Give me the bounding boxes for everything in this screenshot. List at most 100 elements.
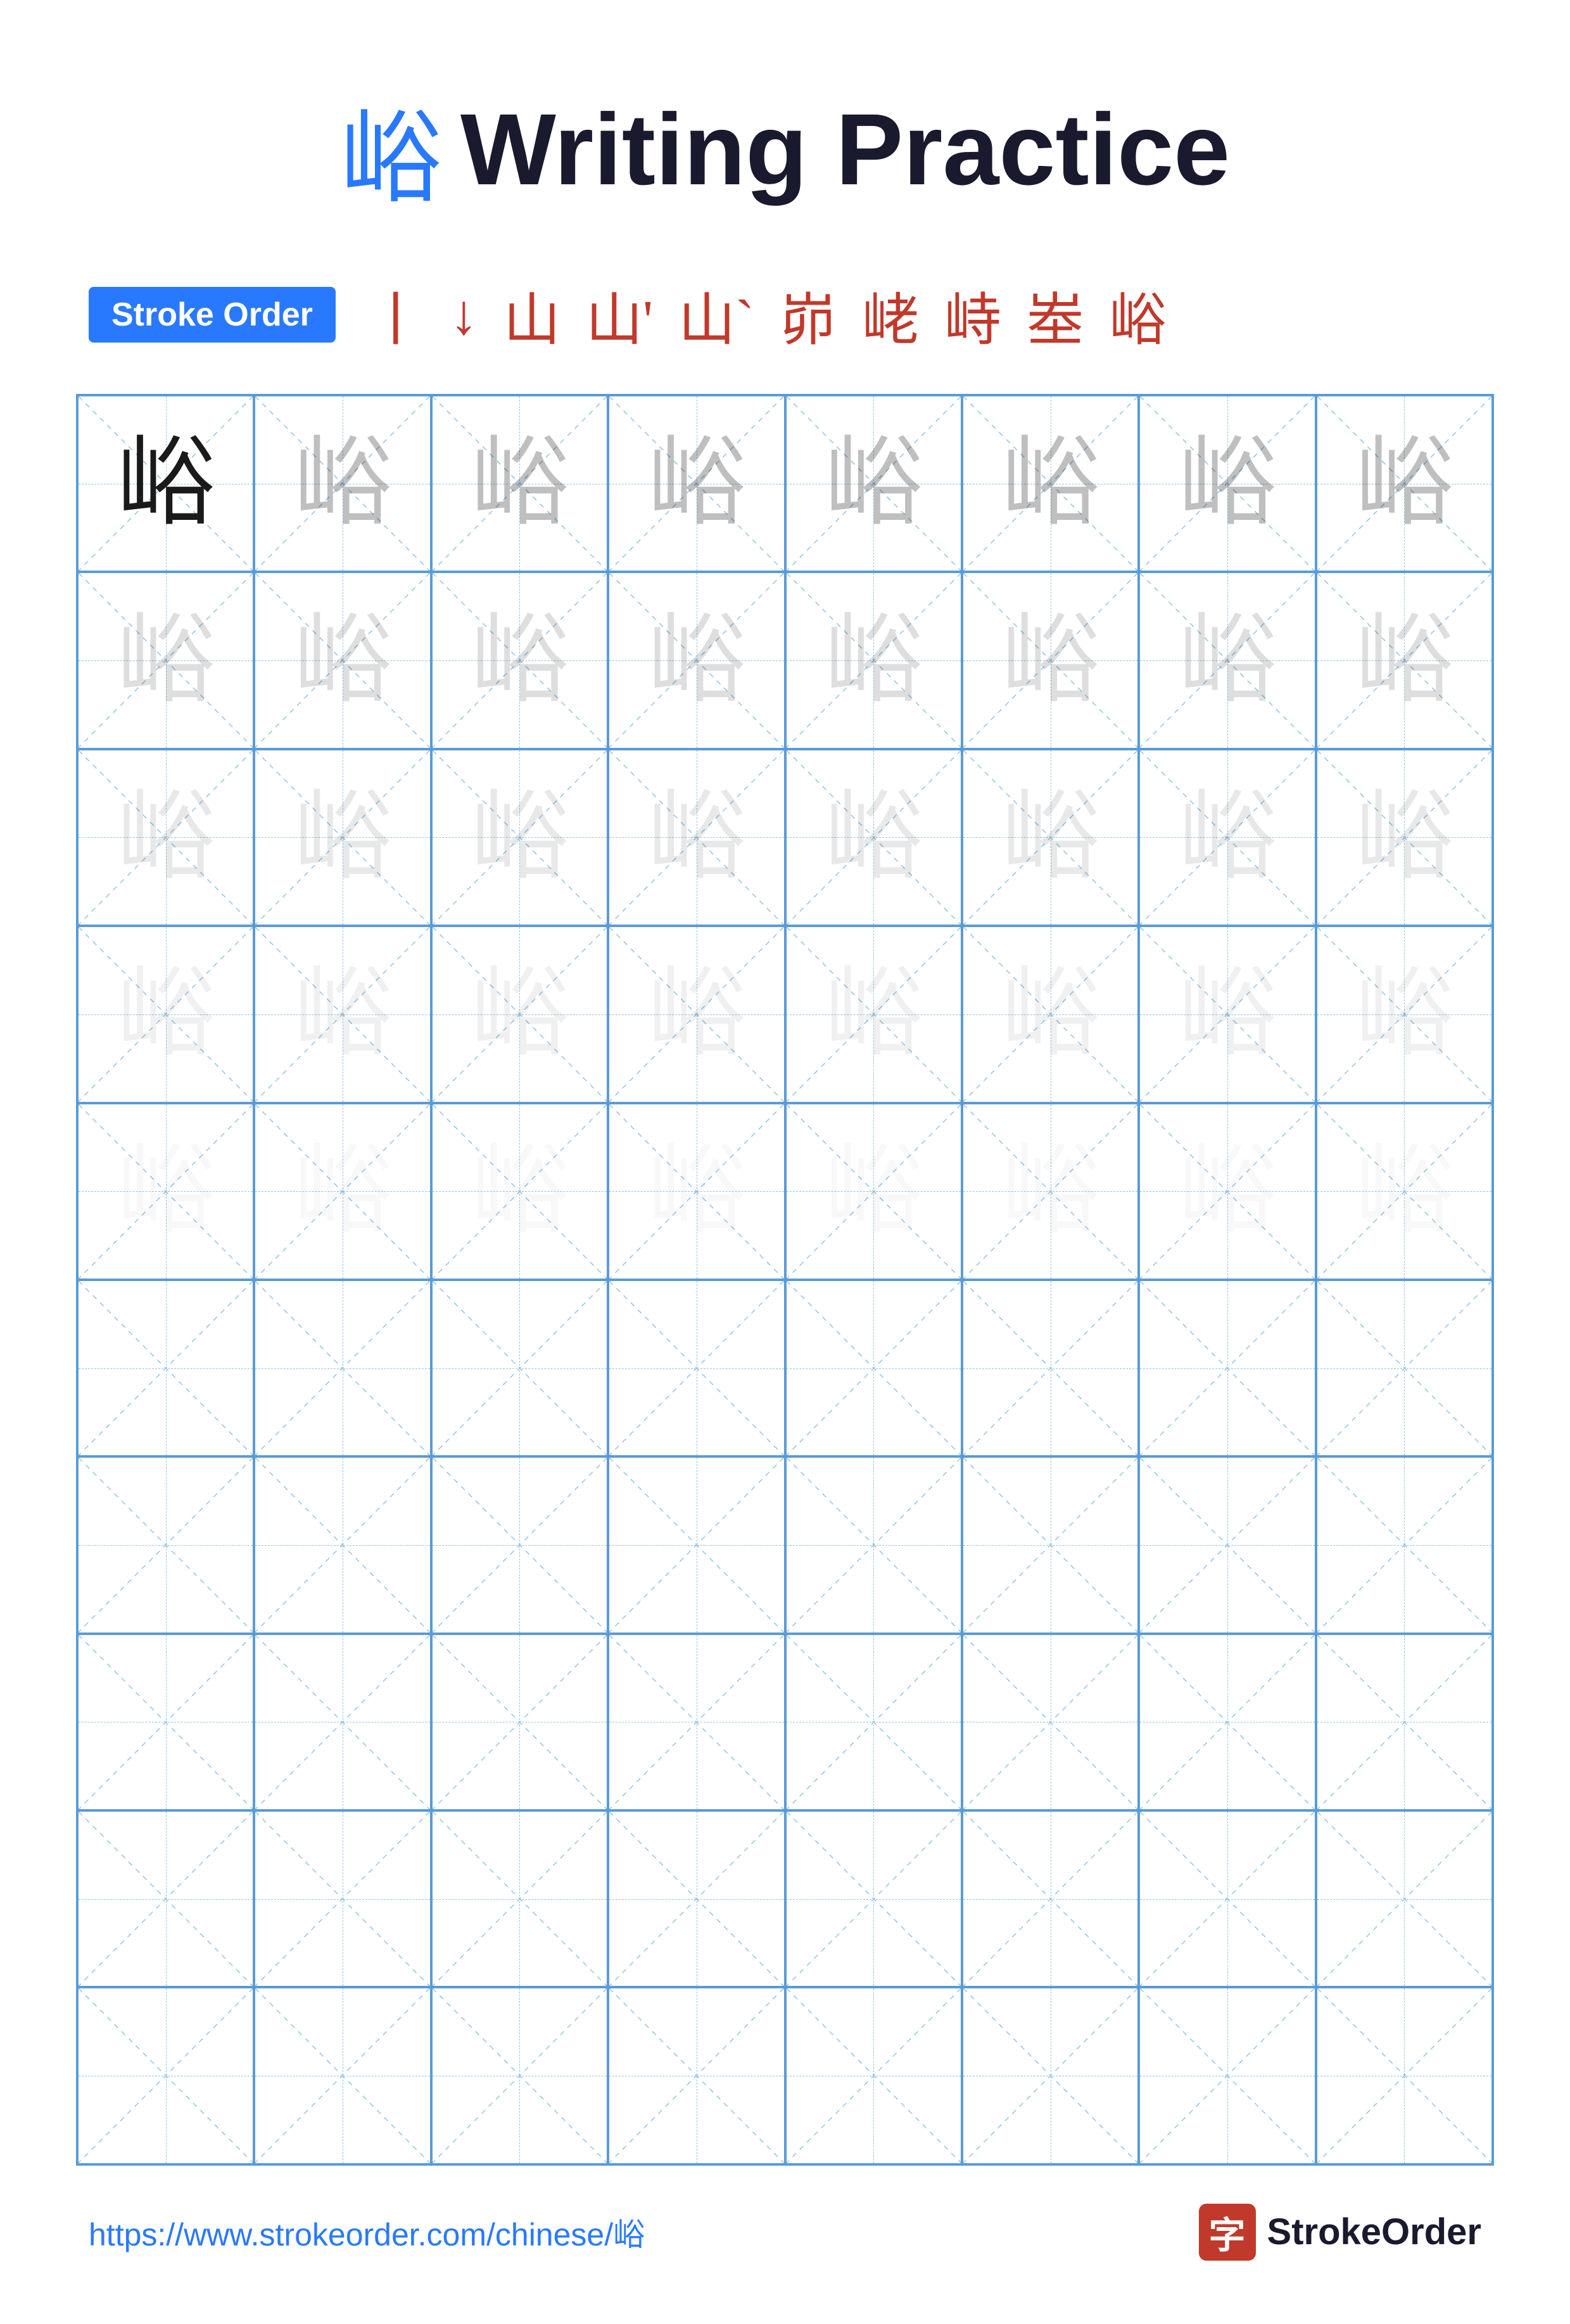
grid-cell[interactable]: 峪	[1316, 1103, 1493, 1280]
grid-cell[interactable]	[431, 1810, 608, 1987]
grid-cell[interactable]: 峪	[254, 572, 431, 748]
stroke-order-badge: Stroke Order	[89, 287, 336, 343]
grid-row	[77, 1456, 1493, 1633]
grid-row	[77, 1810, 1493, 1987]
grid-cell[interactable]	[254, 1280, 431, 1456]
grid-cell[interactable]: 峪	[77, 395, 254, 572]
practice-char: 峪	[294, 788, 392, 887]
grid-cell[interactable]	[1316, 1810, 1493, 1987]
grid-cell[interactable]: 峪	[608, 572, 785, 748]
grid-cell[interactable]: 峪	[785, 1103, 962, 1280]
grid-cell[interactable]	[608, 1987, 785, 2164]
grid-cell[interactable]: 峪	[1139, 395, 1315, 572]
grid-cell[interactable]	[431, 1456, 608, 1633]
grid-cell[interactable]: 峪	[608, 926, 785, 1102]
grid-cell[interactable]	[608, 1810, 785, 1987]
grid-cell[interactable]: 峪	[1139, 572, 1315, 748]
grid-cell[interactable]	[254, 1987, 431, 2164]
grid-cell[interactable]: 峪	[77, 572, 254, 748]
grid-cell[interactable]	[962, 1280, 1139, 1456]
grid-cell[interactable]: 峪	[431, 926, 608, 1102]
grid-cell[interactable]	[785, 1987, 962, 2164]
grid-cell[interactable]: 峪	[1139, 1103, 1315, 1280]
grid-cell[interactable]: 峪	[1316, 395, 1493, 572]
grid-cell[interactable]	[254, 1634, 431, 1810]
grid-cell[interactable]	[1139, 1634, 1315, 1810]
grid-cell[interactable]: 峪	[962, 572, 1139, 748]
grid-cell[interactable]	[608, 1634, 785, 1810]
grid-cell[interactable]	[254, 1810, 431, 1987]
grid-cell[interactable]: 峪	[431, 1103, 608, 1280]
grid-cell[interactable]: 峪	[608, 749, 785, 926]
grid-row	[77, 1987, 1493, 2164]
grid-cell[interactable]: 峪	[1316, 926, 1493, 1102]
grid-cell[interactable]: 峪	[785, 926, 962, 1102]
practice-char: 峪	[647, 965, 745, 1063]
grid-cell[interactable]	[1316, 1987, 1493, 2164]
grid-row	[77, 1280, 1493, 1456]
grid-cell[interactable]	[1316, 1280, 1493, 1456]
grid-cell[interactable]: 峪	[785, 749, 962, 926]
grid-cell[interactable]: 峪	[77, 926, 254, 1102]
grid-cell[interactable]: 峪	[254, 926, 431, 1102]
grid-cell[interactable]: 峪	[962, 1103, 1139, 1280]
stroke-6: 峁	[780, 274, 837, 356]
practice-char: 峪	[825, 612, 923, 710]
grid-cell[interactable]	[431, 1280, 608, 1456]
grid-cell[interactable]	[431, 1634, 608, 1810]
grid-cell[interactable]	[785, 1456, 962, 1633]
grid-cell[interactable]: 峪	[254, 749, 431, 926]
grid-cell[interactable]: 峪	[77, 1103, 254, 1280]
grid-cell[interactable]	[77, 1810, 254, 1987]
grid-cell[interactable]	[1139, 1987, 1315, 2164]
stroke-5: 山`	[678, 274, 754, 356]
grid-cell[interactable]: 峪	[254, 1103, 431, 1280]
grid-cell[interactable]: 峪	[431, 572, 608, 748]
practice-char: 峪	[1178, 612, 1276, 710]
grid-cell[interactable]: 峪	[431, 749, 608, 926]
footer-url[interactable]: https://www.strokeorder.com/chinese/峪	[89, 2209, 645, 2255]
practice-char: 峪	[1355, 788, 1453, 887]
grid-cell[interactable]	[1139, 1456, 1315, 1633]
grid-cell[interactable]: 峪	[608, 1103, 785, 1280]
grid-cell[interactable]	[77, 1987, 254, 2164]
grid-cell[interactable]: 峪	[785, 395, 962, 572]
grid-cell[interactable]	[785, 1280, 962, 1456]
grid-cell[interactable]: 峪	[1139, 926, 1315, 1102]
grid-cell[interactable]	[77, 1456, 254, 1633]
grid-cell[interactable]	[608, 1456, 785, 1633]
stroke-9: 峚	[1027, 274, 1084, 356]
practice-char: 峪	[117, 965, 215, 1063]
grid-cell[interactable]	[77, 1280, 254, 1456]
grid-cell[interactable]: 峪	[1139, 749, 1315, 926]
grid-cell[interactable]	[962, 1987, 1139, 2164]
grid-cell[interactable]	[1139, 1810, 1315, 1987]
grid-cell[interactable]	[962, 1634, 1139, 1810]
grid-cell[interactable]: 峪	[431, 395, 608, 572]
practice-char: 峪	[117, 434, 215, 533]
grid-cell[interactable]	[785, 1810, 962, 1987]
grid-cell[interactable]: 峪	[962, 749, 1139, 926]
grid-cell[interactable]: 峪	[77, 749, 254, 926]
practice-char: 峪	[1001, 965, 1099, 1063]
grid-cell[interactable]: 峪	[962, 395, 1139, 572]
grid-cell[interactable]	[962, 1810, 1139, 1987]
grid-cell[interactable]	[1316, 1456, 1493, 1633]
grid-cell[interactable]: 峪	[1316, 572, 1493, 748]
grid-cell[interactable]	[962, 1456, 1139, 1633]
grid-cell[interactable]	[1139, 1280, 1315, 1456]
grid-cell[interactable]: 峪	[1316, 749, 1493, 926]
grid-cell[interactable]	[785, 1634, 962, 1810]
grid-cell[interactable]	[254, 1456, 431, 1633]
title-chinese-char: 峪	[340, 76, 441, 223]
grid-cell[interactable]	[608, 1280, 785, 1456]
grid-cell[interactable]: 峪	[608, 395, 785, 572]
practice-char: 峪	[117, 1142, 215, 1241]
grid-cell[interactable]	[431, 1987, 608, 2164]
grid-cell[interactable]: 峪	[785, 572, 962, 748]
grid-cell[interactable]: 峪	[254, 395, 431, 572]
practice-char: 峪	[1001, 612, 1099, 710]
grid-cell[interactable]	[1316, 1634, 1493, 1810]
grid-cell[interactable]: 峪	[962, 926, 1139, 1102]
grid-cell[interactable]	[77, 1634, 254, 1810]
